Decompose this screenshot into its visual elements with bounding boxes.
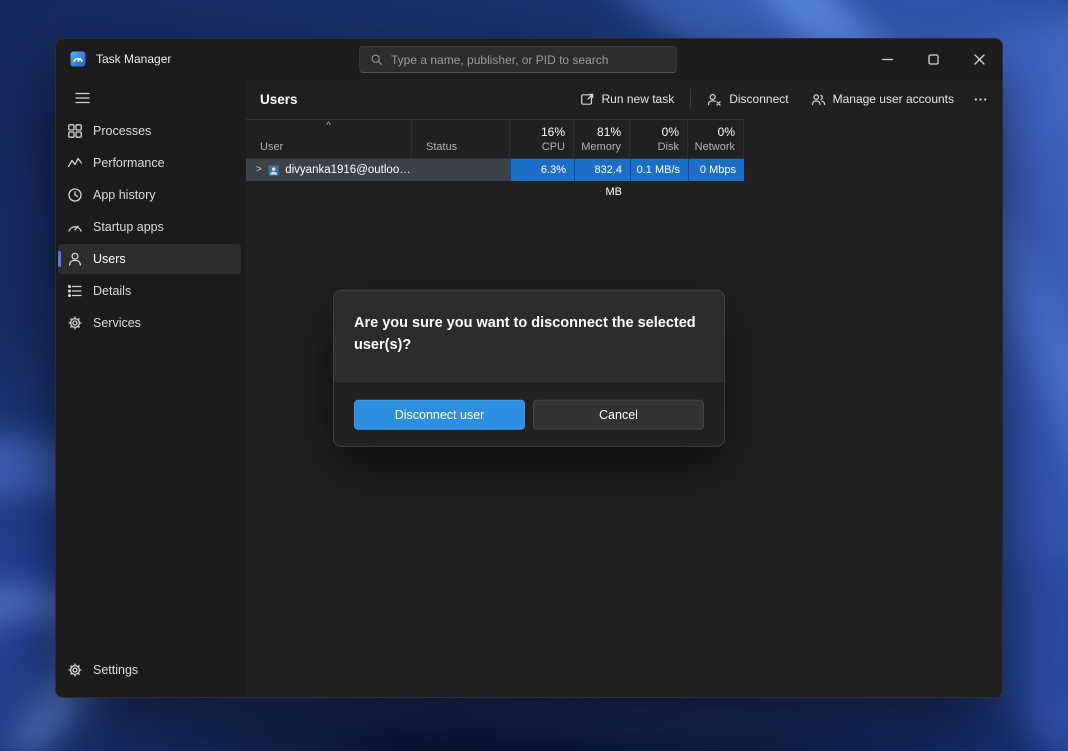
column-label: Disk [658, 141, 679, 153]
dialog-footer: Disconnect user Cancel [334, 382, 724, 445]
cancel-button[interactable]: Cancel [533, 399, 704, 429]
run-new-task-button[interactable]: Run new task [570, 84, 685, 114]
column-header-status[interactable]: Status [412, 120, 510, 158]
disk-total-percent: 0% [662, 125, 679, 139]
column-label: Status [426, 141, 457, 153]
maximize-button[interactable] [910, 39, 956, 79]
sidebar-item-settings[interactable]: Settings [58, 655, 241, 685]
sidebar-item-label: Details [93, 284, 131, 298]
task-manager-window: Task Manager [55, 38, 1003, 698]
search-icon [370, 53, 383, 66]
sidebar-item-processes[interactable]: Processes [58, 116, 241, 146]
sidebar-item-label: Services [93, 316, 141, 330]
search-box[interactable] [359, 46, 677, 73]
task-manager-app-icon [70, 51, 86, 67]
user-name: divyanka1916@outlook.co... [285, 164, 412, 176]
performance-icon [67, 155, 83, 171]
expand-chevron-icon[interactable]: > [256, 165, 262, 175]
network-value-cell: 0 Mbps [688, 159, 744, 181]
run-new-task-icon [580, 92, 595, 107]
cpu-total-percent: 16% [541, 125, 565, 139]
dialog-message: Are you sure you want to disconnect the … [354, 313, 704, 357]
command-bar: Users Run new task Disc [246, 79, 1002, 119]
memory-value-cell: 832.4 MB [574, 159, 630, 181]
user-avatar [268, 164, 279, 177]
sort-ascending-indicator: ^ [326, 120, 330, 130]
run-new-task-label: Run new task [602, 92, 675, 106]
sidebar-nav: Processes Performance App history [56, 116, 246, 340]
hamburger-icon [75, 92, 90, 104]
titlebar: Task Manager [56, 39, 1002, 79]
search-input[interactable] [391, 53, 666, 67]
sidebar-settings: Settings [56, 655, 246, 687]
column-label: User [260, 141, 283, 153]
user-cell: > divyanka1916@outlook.co... [246, 159, 412, 181]
column-label: CPU [542, 141, 565, 153]
disconnect-user-icon [707, 92, 722, 107]
desktop-wallpaper: Task Manager [0, 0, 1068, 751]
manage-user-accounts-label: Manage user accounts [833, 92, 954, 106]
column-header-network[interactable]: 0% Network [688, 120, 744, 158]
app-history-icon [67, 187, 83, 203]
processes-icon [67, 123, 83, 139]
command-bar-actions: Run new task Disconnect [570, 84, 994, 114]
sidebar-item-label: Users [93, 252, 126, 266]
sidebar-item-app-history[interactable]: App history [58, 180, 241, 210]
startup-apps-icon [67, 219, 83, 235]
users-icon [67, 251, 83, 267]
column-header-memory[interactable]: 81% Memory [574, 120, 630, 158]
sidebar: Processes Performance App history [56, 79, 246, 697]
window-controls [864, 39, 1002, 79]
disconnect-user-button[interactable]: Disconnect user [354, 399, 525, 429]
manage-user-accounts-icon [811, 92, 826, 107]
table-header: ^ User Status 16% CPU 81% Memory [246, 119, 744, 159]
column-label: Network [695, 141, 735, 153]
cpu-value-cell: 6.3% [510, 159, 574, 181]
sidebar-item-details[interactable]: Details [58, 276, 241, 306]
sidebar-item-label: Performance [93, 156, 165, 170]
manage-user-accounts-button[interactable]: Manage user accounts [801, 84, 964, 114]
more-options-icon [973, 92, 988, 107]
network-total-percent: 0% [718, 125, 735, 139]
disconnect-label: Disconnect [729, 92, 788, 106]
users-table: ^ User Status 16% CPU 81% Memory [246, 119, 744, 181]
sidebar-item-label: App history [93, 188, 156, 202]
sidebar-item-label: Startup apps [93, 220, 164, 234]
disconnect-confirmation-dialog: Are you sure you want to disconnect the … [333, 290, 725, 447]
more-options-button[interactable] [966, 84, 994, 114]
sidebar-item-label: Settings [93, 663, 138, 677]
sidebar-item-startup-apps[interactable]: Startup apps [58, 212, 241, 242]
sidebar-item-users[interactable]: Users [58, 244, 241, 274]
status-cell [412, 159, 510, 181]
sidebar-item-services[interactable]: Services [58, 308, 241, 338]
column-header-user[interactable]: ^ User [246, 120, 412, 158]
disconnect-button[interactable]: Disconnect [697, 84, 798, 114]
column-label: Memory [581, 141, 621, 153]
minimize-button[interactable] [864, 39, 910, 79]
user-row[interactable]: > divyanka1916@outlook.co... 6.3% 832.4 … [246, 159, 744, 181]
navigation-menu-button[interactable] [66, 83, 98, 113]
gear-icon [67, 662, 83, 678]
window-title: Task Manager [96, 52, 171, 66]
services-icon [67, 315, 83, 331]
sidebar-item-performance[interactable]: Performance [58, 148, 241, 178]
column-header-disk[interactable]: 0% Disk [630, 120, 688, 158]
page-title: Users [260, 92, 298, 107]
toolbar-separator [690, 89, 691, 109]
dialog-body: Are you sure you want to disconnect the … [334, 291, 724, 383]
disk-value-cell: 0.1 MB/s [630, 159, 688, 181]
sidebar-item-label: Processes [93, 124, 151, 138]
column-header-cpu[interactable]: 16% CPU [510, 120, 574, 158]
details-icon [67, 283, 83, 299]
close-button[interactable] [956, 39, 1002, 79]
memory-total-percent: 81% [597, 125, 621, 139]
